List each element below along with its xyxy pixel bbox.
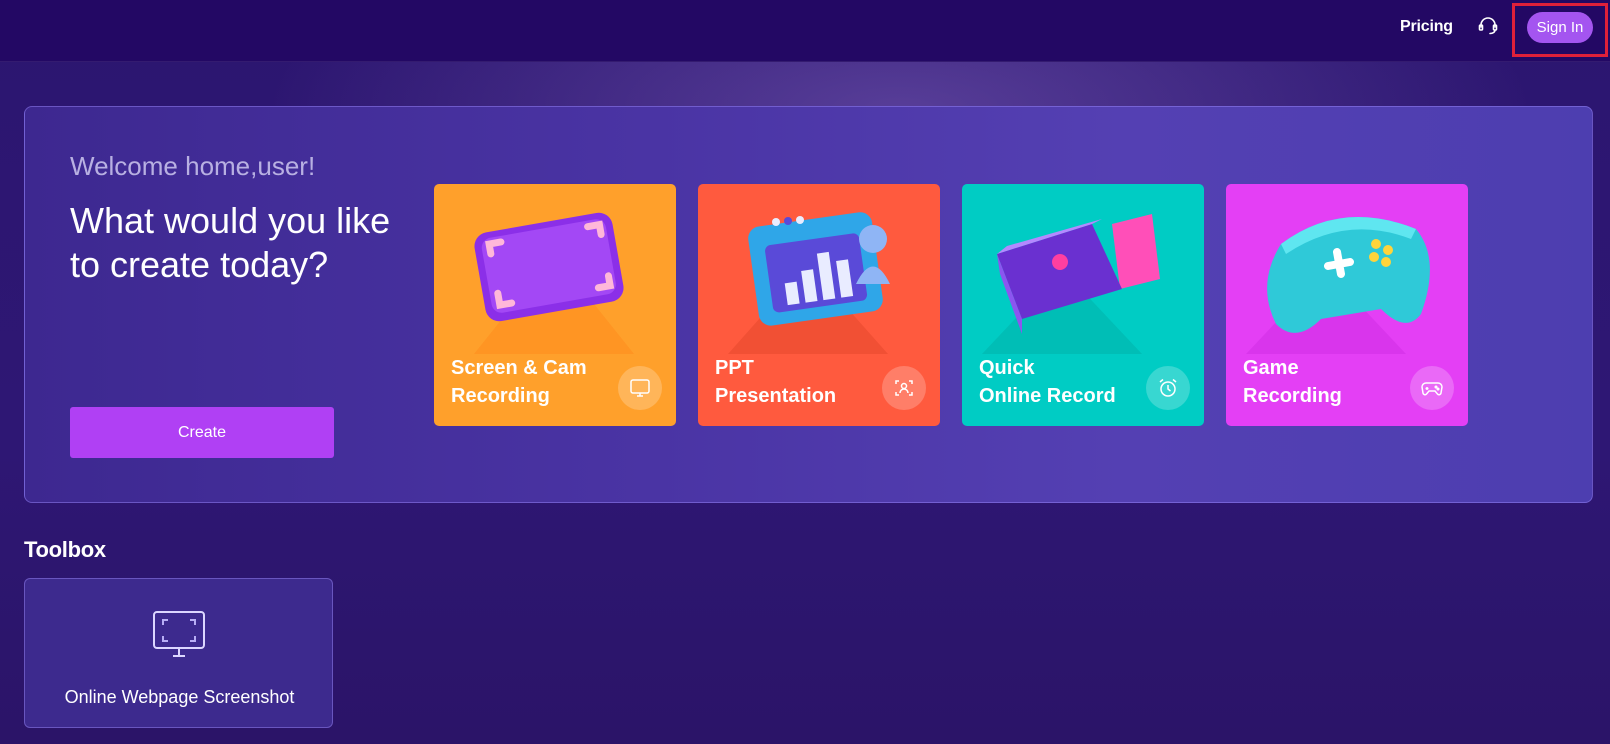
monitor-icon (618, 366, 662, 410)
tool-online-webpage-screenshot[interactable]: Online Webpage Screenshot (24, 578, 333, 728)
presentation-illustration (728, 212, 890, 354)
headset-support-icon[interactable] (1476, 14, 1500, 38)
card-game-recording[interactable]: Game Recording (1226, 184, 1468, 426)
top-navigation: Pricing Sign In (0, 0, 1610, 62)
presenter-icon (882, 366, 926, 410)
create-button[interactable]: Create (70, 407, 334, 458)
screenshot-monitor-icon (153, 611, 205, 657)
tool-label: Online Webpage Screenshot (64, 687, 295, 707)
gamepad-icon (1410, 366, 1454, 410)
page: Pricing Sign In Welcome home,user! What … (0, 0, 1610, 744)
alarm-clock-icon (1146, 366, 1190, 410)
toolbox-title: Toolbox (24, 537, 106, 562)
hero-panel: Welcome home,user! What would you like t… (24, 106, 1593, 503)
sign-in-button[interactable]: Sign In (1527, 12, 1593, 43)
pricing-link[interactable]: Pricing (1400, 18, 1453, 36)
camera-illustration (982, 214, 1160, 354)
card-ppt-presentation[interactable]: PPT Presentation (698, 184, 940, 426)
monitor-illustration (474, 212, 634, 354)
card-label: Game Recording (1243, 357, 1342, 407)
card-label: PPT Presentation (715, 357, 837, 407)
gamepad-illustration (1246, 217, 1430, 354)
card-quick-online-record[interactable]: Quick Online Record (962, 184, 1204, 426)
welcome-text: Welcome home,user! (70, 151, 316, 181)
card-label: Screen & Cam Recording (451, 357, 587, 407)
page-headline: What would you like to create today? (70, 200, 391, 285)
card-label: Quick Online Record (979, 357, 1116, 407)
card-screen-cam-recording[interactable]: Screen & Cam Recording (434, 184, 676, 426)
